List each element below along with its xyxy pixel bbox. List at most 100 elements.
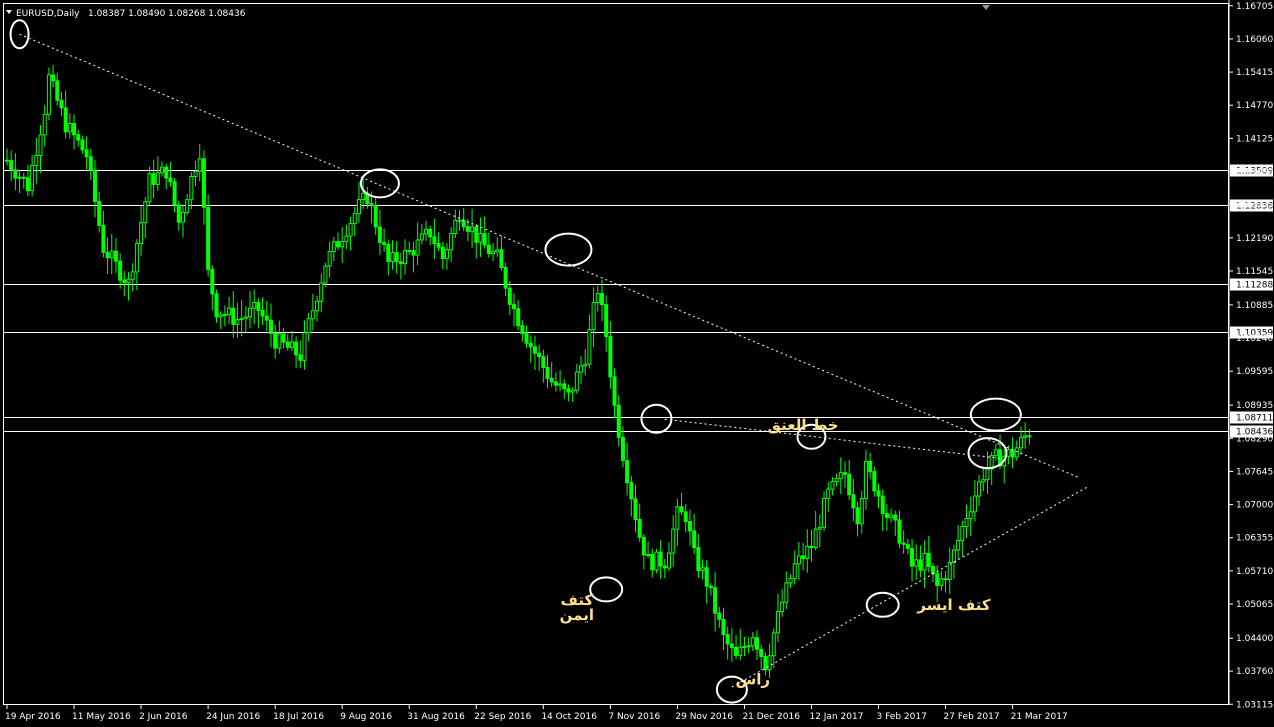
- candle-body-bear: [369, 203, 374, 207]
- candle-body-bull: [130, 271, 135, 280]
- candle-body-bull: [180, 211, 185, 223]
- time-tick-label: 21 Dec 2016: [742, 712, 800, 722]
- candle-body-bull: [327, 251, 332, 267]
- candle-body-bear: [734, 646, 739, 656]
- time-tick-label: 2 Jun 2016: [139, 712, 188, 722]
- candle-body-bear: [755, 637, 760, 650]
- candle-body-bear: [436, 242, 441, 248]
- candle-body-bear: [105, 251, 110, 259]
- candle-body-bear: [721, 618, 726, 636]
- candle-body-bull: [252, 302, 257, 309]
- candle-body-bull: [134, 243, 139, 273]
- candle-body-bear: [80, 139, 85, 151]
- candle-body-bull: [478, 233, 483, 243]
- candle-body-bull: [419, 233, 424, 241]
- candle-body-bull: [822, 497, 827, 528]
- candle-body-bear: [868, 460, 873, 473]
- candle-body-bull: [361, 192, 366, 201]
- candle-body-bear: [851, 494, 856, 509]
- candle-body-bull: [453, 219, 458, 234]
- candle-body-bull: [306, 318, 311, 334]
- candle-body-bull: [947, 562, 952, 581]
- candle-body-bear: [625, 460, 630, 484]
- candle-body-bull: [675, 506, 680, 530]
- price-tick-label: 1.04400: [1236, 634, 1273, 644]
- time-tick-label: 24 Jun 2016: [206, 712, 260, 722]
- candle-body-bull: [570, 389, 575, 393]
- time-tick-label: 14 Oct 2016: [541, 712, 597, 722]
- candle-body-bear: [725, 634, 730, 645]
- candle-body-bear: [662, 565, 667, 569]
- candle-body-bull: [960, 526, 965, 541]
- candle-body-bull: [993, 449, 998, 457]
- candle-body-bull: [805, 545, 810, 560]
- candle-body-bull: [817, 526, 822, 530]
- candle-body-bear: [25, 177, 30, 192]
- candle-body-bull: [788, 578, 793, 584]
- candle-body-bull: [243, 316, 248, 319]
- price-tick-label: 1.03760: [1236, 667, 1273, 677]
- candle-body-bear: [910, 547, 915, 567]
- candle-body-bear: [935, 573, 940, 586]
- candle-body-bear: [231, 307, 236, 325]
- price-tick-label: 1.06355: [1236, 534, 1273, 544]
- candle-body-bull: [415, 239, 420, 256]
- candle-body-bull: [319, 282, 324, 302]
- candle-body-bull: [147, 173, 152, 203]
- candle-body-bear: [113, 250, 118, 262]
- price-tick-label: 1.14770: [1236, 101, 1273, 111]
- candle-body-bull: [424, 228, 428, 235]
- price-tick-label: 1.16705: [1236, 2, 1273, 12]
- candle-body-bull: [248, 307, 253, 318]
- candle-body-bear: [210, 268, 215, 295]
- candle-body-bull: [340, 240, 345, 248]
- candle-body-bull: [38, 134, 43, 156]
- candle-body-bear: [566, 388, 571, 393]
- candle-body-bear: [59, 99, 64, 109]
- candle-body-bear: [604, 304, 609, 338]
- price-tick-label: 1.07000: [1236, 501, 1273, 511]
- candle-body-bear: [901, 542, 906, 545]
- candle-body-bear: [281, 333, 286, 343]
- candle-body-bear: [683, 511, 688, 523]
- price-tick-label: 1.10240: [1236, 334, 1273, 344]
- candle-body-bear: [843, 472, 847, 475]
- candle-body-bear: [520, 325, 525, 335]
- candle-body-bull: [126, 278, 131, 284]
- candle-body-bear: [692, 530, 697, 549]
- candle-body-bull: [495, 249, 500, 253]
- price-tick-label: 1.08290: [1236, 434, 1273, 444]
- candle-body-bear: [151, 173, 156, 185]
- candle-body-bull: [972, 495, 977, 513]
- candle-body-bull: [956, 539, 961, 551]
- price-tick-label: 1.09595: [1236, 367, 1273, 377]
- candle-body-bull: [784, 582, 789, 603]
- candle-body-bear: [524, 333, 529, 344]
- candle-body-bull: [587, 329, 592, 365]
- candle-body-bull: [922, 552, 927, 571]
- candle-body-bull: [951, 549, 956, 564]
- candle-body-bear: [268, 319, 273, 334]
- time-tick-label: 18 Jul 2016: [273, 712, 324, 722]
- candle-body-bear: [729, 643, 734, 648]
- candle-body-bear: [164, 166, 169, 179]
- time-tick-label: 7 Nov 2016: [608, 712, 660, 722]
- candle-body-bull: [197, 158, 202, 172]
- price-tick-label: 1.15415: [1236, 68, 1273, 78]
- candle-body-bull: [826, 488, 831, 499]
- candle-body-bull: [289, 341, 294, 348]
- candle-body-bull: [792, 563, 797, 580]
- candle-body-bear: [264, 315, 269, 321]
- candle-body-bull: [889, 514, 894, 518]
- pattern-annotation: راس: [736, 670, 770, 688]
- candle-body-bull: [985, 468, 990, 481]
- candle-body-bull: [310, 310, 315, 320]
- candle-body-bull: [331, 241, 336, 253]
- candle-body-bear: [440, 246, 445, 260]
- candle-body-bear: [612, 376, 617, 406]
- candle-body-bear: [88, 156, 93, 171]
- price-tick-label: 1.13480: [1236, 168, 1273, 178]
- candle-body-bull: [813, 528, 818, 549]
- candle-body-bull: [30, 165, 35, 192]
- pattern-annotation: خط العنق: [768, 416, 839, 434]
